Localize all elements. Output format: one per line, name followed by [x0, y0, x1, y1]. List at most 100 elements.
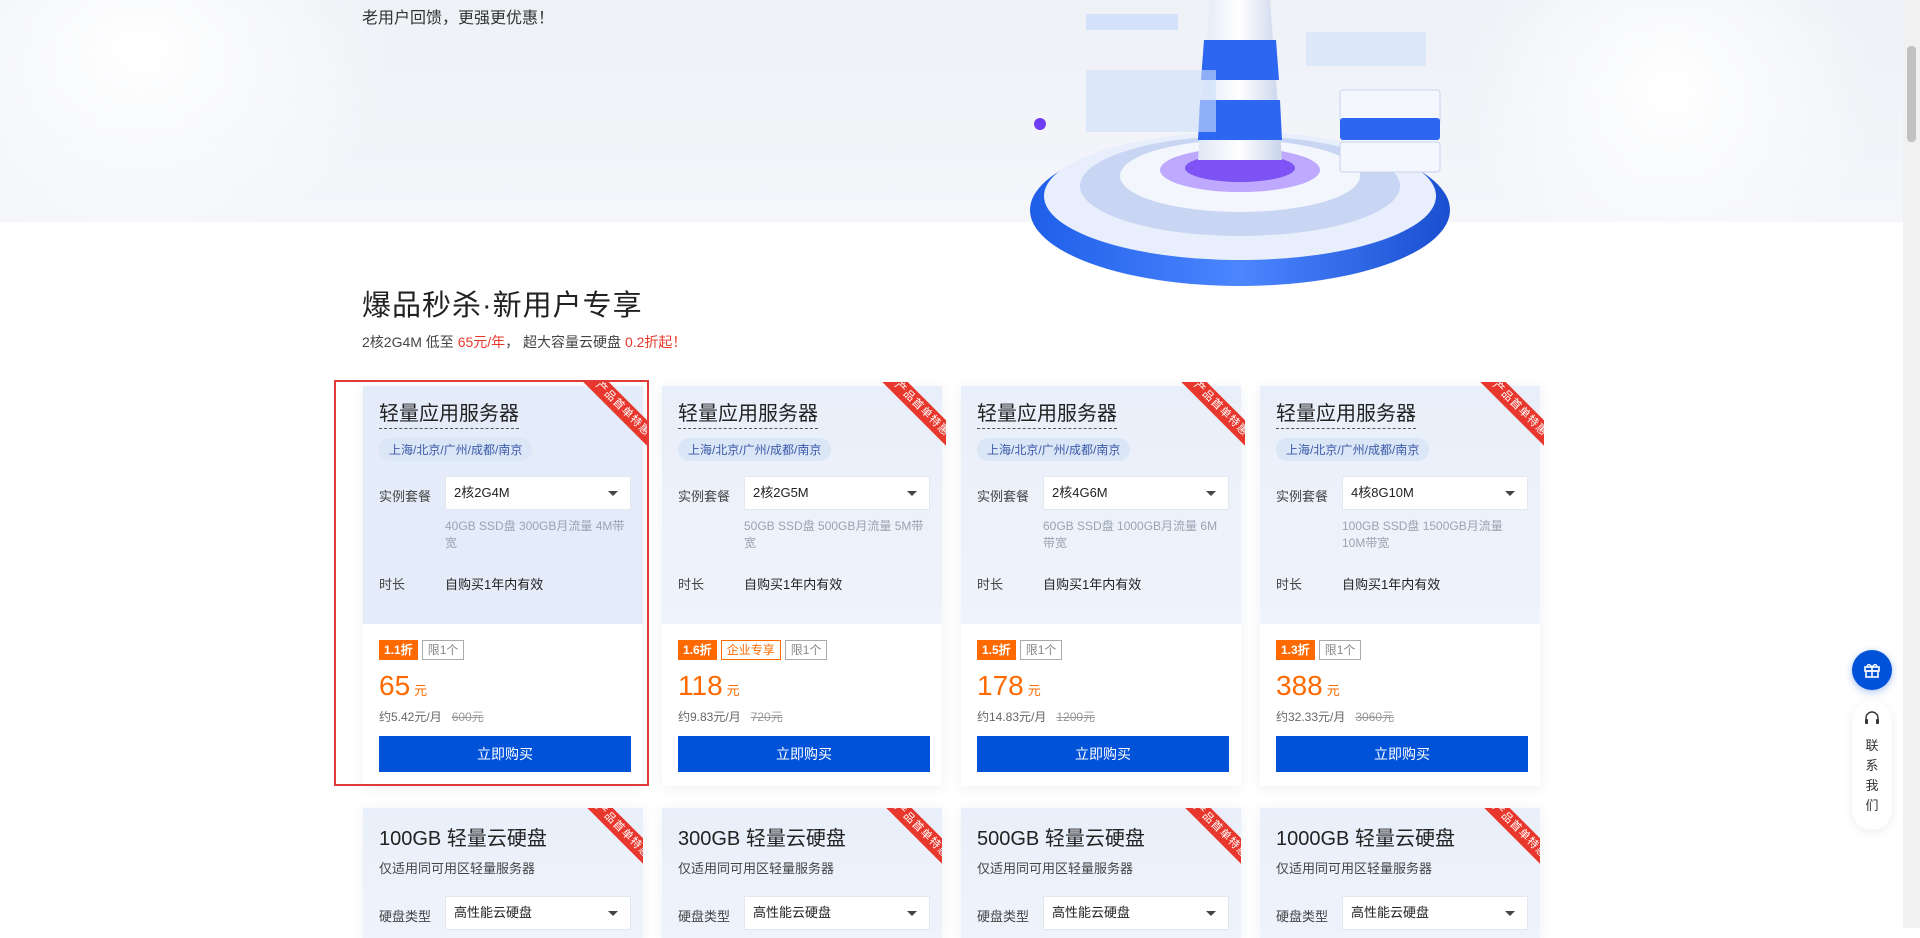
duration-label: 时长: [1276, 577, 1303, 592]
buy-now-button[interactable]: 立即购买: [1276, 736, 1528, 772]
disk-type-label: 硬盘类型: [379, 909, 432, 924]
server-tower-illustration: [1030, 0, 1450, 286]
disk-type-label: 硬盘类型: [1276, 909, 1329, 924]
disk-title: 1000GB 轻量云硬盘: [1276, 828, 1455, 850]
disk-card: 500GB 轻量云硬盘 仅适用同可用区轻量服务器 硬盘类型 高性能云硬盘 产品首…: [961, 808, 1241, 938]
original-price: 600元: [451, 710, 484, 724]
original-price: 1200元: [1056, 710, 1096, 724]
package-label: 实例套餐: [977, 489, 1030, 504]
region-tag: 上海/北京/广州/成都/南京: [1276, 438, 1430, 461]
section-subtitle: 2核2G4M 低至 65元/年， 超大容量云硬盘 0.2折起！: [362, 334, 687, 350]
package-spec: 100GB SSD盘 1500GB月流量 10M带宽: [1342, 519, 1503, 550]
discount-badge: 1.3折: [1276, 640, 1315, 660]
card-title[interactable]: 轻量应用服务器: [1276, 402, 1416, 429]
monthly-price: 约5.42元/月 600元: [379, 710, 484, 724]
chevron-down-icon: [1206, 911, 1216, 916]
contact-us-button[interactable]: 联系我们: [1852, 700, 1892, 830]
discount-badge: 1.1折: [379, 640, 418, 660]
banner-subtitle: 老用户回馈，更强更优惠！: [362, 10, 555, 27]
disk-card: 100GB 轻量云硬盘 仅适用同可用区轻量服务器 硬盘类型 高性能云硬盘 产品首…: [363, 808, 643, 938]
duration-value: 自购买1年内有效: [445, 577, 544, 592]
discount-badge: 1.5折: [977, 640, 1016, 660]
disk-subtitle: 仅适用同可用区轻量服务器: [1276, 861, 1433, 876]
gift-button[interactable]: [1852, 650, 1892, 690]
disk-card: 300GB 轻量云硬盘 仅适用同可用区轻量服务器 硬盘类型 高性能云硬盘 产品首…: [662, 808, 942, 938]
price: 178 元: [977, 670, 1041, 701]
promo-ribbon: 产品首单特惠: [1177, 382, 1245, 450]
package-select[interactable]: 2核4G6M: [1043, 476, 1229, 510]
disk-type-select[interactable]: 高性能云硬盘: [1043, 896, 1229, 930]
buy-now-button[interactable]: 立即购买: [678, 736, 930, 772]
contact-us-label: 联系我们: [1865, 738, 1879, 813]
duration-value: 自购买1年内有效: [1342, 577, 1441, 592]
chevron-down-icon: [1505, 491, 1515, 496]
card-title[interactable]: 轻量应用服务器: [977, 402, 1117, 429]
server-card: 轻量应用服务器 上海/北京/广州/成都/南京 实例套餐 4核8G10M 100G…: [1260, 382, 1544, 786]
package-select[interactable]: 4核8G10M: [1342, 476, 1528, 510]
section-title: 爆品秒杀·新用户专享: [362, 290, 643, 322]
price: 118 元: [678, 670, 740, 701]
disk-type-select[interactable]: 高性能云硬盘: [1342, 896, 1528, 930]
limit-badge: 限1个: [1019, 640, 1063, 660]
server-card: 轻量应用服务器 上海/北京/广州/成都/南京 实例套餐 2核4G6M 60GB …: [961, 382, 1245, 786]
disk-title: 300GB 轻量云硬盘: [678, 828, 846, 850]
package-label: 实例套餐: [678, 489, 731, 504]
promo-ribbon: 产品首单特惠: [1177, 808, 1241, 872]
duration-value: 自购买1年内有效: [744, 577, 843, 592]
price: 65 元: [379, 670, 428, 701]
disk-title: 100GB 轻量云硬盘: [379, 828, 547, 850]
original-price: 3060元: [1355, 710, 1395, 724]
promo-ribbon: 产品首单特惠: [579, 808, 643, 872]
discount-badge: 1.6折: [678, 640, 717, 660]
disk-type-label: 硬盘类型: [977, 909, 1030, 924]
duration-label: 时长: [678, 577, 705, 592]
limit-badge: 限1个: [421, 640, 465, 660]
promo-discount: 0.2折起: [624, 334, 673, 350]
duration-label: 时长: [379, 577, 406, 592]
promo-ribbon: 产品首单特惠: [1476, 382, 1544, 450]
limit-badge: 限1个: [784, 640, 828, 660]
buy-now-button[interactable]: 立即购买: [977, 736, 1229, 772]
package-label: 实例套餐: [1276, 489, 1329, 504]
chevron-down-icon: [608, 491, 618, 496]
package-select[interactable]: 2核2G5M: [744, 476, 930, 510]
chevron-down-icon: [907, 911, 917, 916]
disk-subtitle: 仅适用同可用区轻量服务器: [977, 861, 1134, 876]
promo-price: 65元/年: [457, 334, 506, 350]
promo-ribbon: 产品首单特惠: [1476, 808, 1540, 872]
package-select[interactable]: 2核2G4M: [445, 476, 631, 510]
scrollbar-thumb[interactable]: [1907, 46, 1916, 142]
chevron-down-icon: [907, 491, 917, 496]
package-spec: 50GB SSD盘 500GB月流量 5M带宽: [744, 519, 924, 550]
gift-icon: [1864, 664, 1880, 678]
page-scrollbar[interactable]: [1903, 0, 1920, 928]
monthly-price: 约9.83元/月 720元: [678, 710, 783, 724]
server-card: 轻量应用服务器 上海/北京/广州/成都/南京 实例套餐 2核2G4M 40GB …: [363, 382, 647, 786]
disk-type-select[interactable]: 高性能云硬盘: [744, 896, 930, 930]
card-title[interactable]: 轻量应用服务器: [379, 402, 519, 429]
limit-badge: 限1个: [1318, 640, 1362, 660]
server-card: 轻量应用服务器 上海/北京/广州/成都/南京 实例套餐 2核2G5M 50GB …: [662, 382, 946, 786]
region-tag: 上海/北京/广州/成都/南京: [379, 438, 533, 461]
monthly-price: 约32.33元/月 3060元: [1276, 710, 1395, 724]
package-spec: 40GB SSD盘 300GB月流量 4M带宽: [445, 519, 625, 550]
card-title[interactable]: 轻量应用服务器: [678, 402, 818, 429]
region-tag: 上海/北京/广州/成都/南京: [678, 438, 832, 461]
promo-ribbon: 产品首单特惠: [878, 808, 942, 872]
disk-title: 500GB 轻量云硬盘: [977, 828, 1145, 850]
promo-ribbon: 产品首单特惠: [579, 382, 647, 450]
enterprise-badge: 企业专享: [720, 640, 781, 660]
chevron-down-icon: [1505, 911, 1515, 916]
chevron-down-icon: [608, 911, 618, 916]
duration-label: 时长: [977, 577, 1004, 592]
duration-value: 自购买1年内有效: [1043, 577, 1142, 592]
original-price: 720元: [750, 710, 783, 724]
disk-card: 1000GB 轻量云硬盘 仅适用同可用区轻量服务器 硬盘类型 高性能云硬盘 产品…: [1260, 808, 1540, 938]
region-tag: 上海/北京/广州/成都/南京: [977, 438, 1131, 461]
disk-type-select[interactable]: 高性能云硬盘: [445, 896, 631, 930]
buy-now-button[interactable]: 立即购买: [379, 736, 631, 772]
price: 388 元: [1276, 670, 1340, 701]
disk-subtitle: 仅适用同可用区轻量服务器: [678, 861, 835, 876]
monthly-price: 约14.83元/月 1200元: [977, 710, 1096, 724]
banner: 老用户回馈，更强更优惠！: [0, 0, 1920, 222]
